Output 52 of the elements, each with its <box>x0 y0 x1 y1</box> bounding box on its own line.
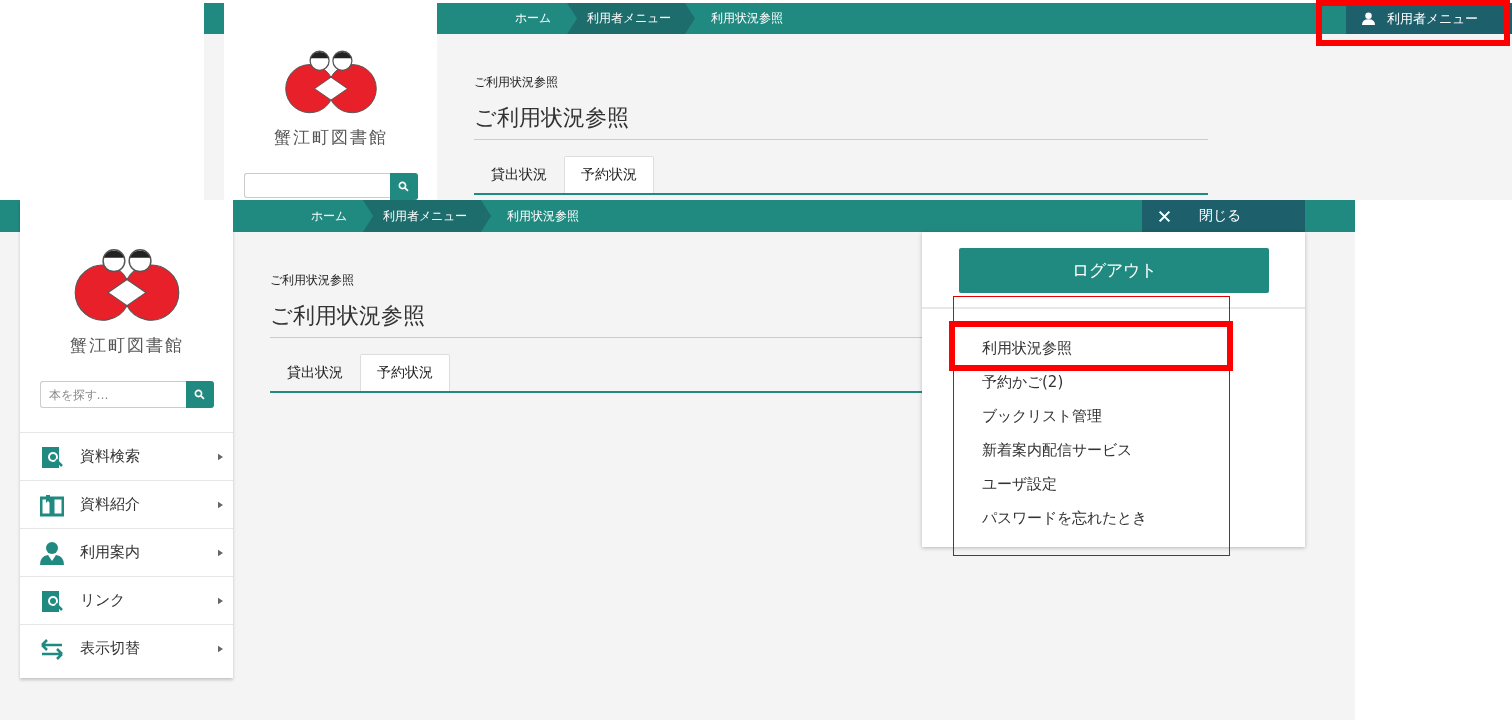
close-icon <box>1158 209 1171 223</box>
book-icon <box>40 492 64 517</box>
menu-item[interactable]: ブックリスト管理 <box>982 399 1305 433</box>
menu-item[interactable]: 新着案内配信サービス <box>982 433 1305 467</box>
swap-arrows-icon <box>40 636 64 661</box>
breadcrumb-title: ご利用状況参照 <box>270 272 355 289</box>
menu-item[interactable]: 予約かご(2) <box>982 365 1305 399</box>
person-icon <box>40 540 64 565</box>
breadcrumb-link[interactable]: 利用者メニュー <box>567 3 695 34</box>
logout-button[interactable]: ログアウト <box>959 248 1269 293</box>
library-name: 蟹江町図書館 <box>273 126 388 149</box>
menu-item[interactable]: ユーザ設定 <box>982 467 1305 501</box>
tab[interactable]: 予約状況 <box>564 156 654 193</box>
sidebar-item-label: 資料検索 <box>80 447 141 466</box>
breadcrumb-link[interactable]: ホーム <box>295 200 363 232</box>
library-name: 蟹江町図書館 <box>69 334 184 357</box>
breadcrumb-link[interactable]: 利用状況参照 <box>695 3 799 34</box>
sidebar-item[interactable]: 資料検索 <box>20 432 233 480</box>
breadcrumb-link[interactable]: ホーム <box>499 3 567 34</box>
header-bar <box>0 200 20 232</box>
tab[interactable]: 貸出状況 <box>474 156 564 193</box>
sidebar-item-label: 表示切替 <box>80 639 141 658</box>
search-icon <box>194 389 205 400</box>
sidebar-item-label: 資料紹介 <box>80 495 141 514</box>
tab[interactable]: 貸出状況 <box>270 354 360 391</box>
search-icon <box>398 181 409 192</box>
caret-icon <box>218 500 223 509</box>
search-button[interactable] <box>389 173 418 200</box>
close-button[interactable]: 閉じる <box>1142 200 1305 232</box>
search-button[interactable] <box>185 381 214 408</box>
tab[interactable]: 予約状況 <box>360 354 450 391</box>
breadcrumb-link[interactable]: 利用者メニュー <box>363 200 491 232</box>
sidebar-item[interactable]: 資料紹介 <box>20 480 233 528</box>
caret-icon <box>218 548 223 557</box>
sidebar-item-label: リンク <box>80 591 126 610</box>
search-field[interactable] <box>243 173 390 198</box>
menu-item[interactable]: パスワードを忘れたとき <box>982 501 1305 535</box>
caret-icon <box>218 596 223 605</box>
user-icon <box>1362 12 1375 25</box>
caret-icon <box>218 452 223 461</box>
sidebar-item[interactable]: 利用案内 <box>20 528 233 576</box>
caret-icon <box>218 644 223 653</box>
search-document-icon <box>40 444 64 469</box>
search-document-icon <box>40 588 64 613</box>
sidebar-item-label: 利用案内 <box>80 543 141 562</box>
breadcrumb-title: ご利用状況参照 <box>474 74 559 91</box>
sidebar-item[interactable]: リンク <box>20 576 233 624</box>
sidebar-item[interactable]: 表示切替 <box>20 624 233 672</box>
header-bar <box>204 3 224 34</box>
page-title: ご利用状況参照 <box>474 103 1208 140</box>
search-field[interactable]: 本を探す… <box>39 381 186 408</box>
breadcrumb-link[interactable]: 利用状況参照 <box>491 200 595 232</box>
